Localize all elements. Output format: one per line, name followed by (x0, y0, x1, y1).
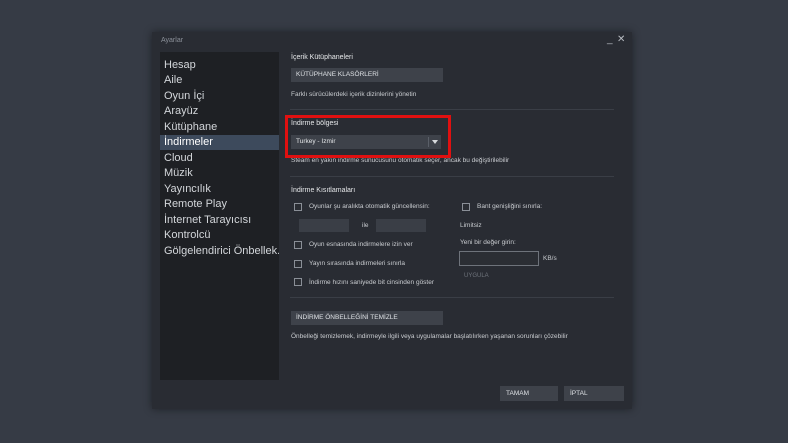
sidebar-item-kutuphane[interactable]: Kütüphane (160, 120, 279, 135)
content-libraries-title: İçerik Kütüphaneleri (291, 54, 353, 61)
ok-button[interactable]: TAMAM (500, 386, 558, 401)
between-label: ile (362, 222, 369, 229)
kbps-unit-label: KB/s (543, 255, 557, 262)
sidebar-item-kontrolcu[interactable]: Kontrolcü (160, 228, 279, 243)
library-folders-button[interactable]: KÜTÜPHANE KLASÖRLERİ (291, 68, 443, 82)
sidebar-item-yayincilik[interactable]: Yayıncılık (160, 182, 279, 197)
update-start-time-input[interactable] (299, 219, 349, 232)
download-restrictions-title: İndirme Kısıtlamaları (291, 187, 356, 194)
bandwidth-input[interactable] (459, 251, 539, 266)
settings-content: İçerik Kütüphaneleri KÜTÜPHANE KLASÖRLER… (279, 52, 624, 380)
sidebar-item-hesap[interactable]: Hesap (160, 58, 279, 73)
bandwidth-limit-label: Bant genişliğini sınırla: (477, 203, 543, 210)
sidebar-item-indirmeler[interactable]: İndirmeler (160, 135, 279, 150)
clear-download-cache-button[interactable]: İNDİRME ÖNBELLEĞİNİ TEMİZLE (291, 311, 443, 325)
content-libraries-desc: Farklı sürücülerdeki içerik dizinlerini … (291, 91, 417, 98)
divider (290, 176, 614, 177)
sidebar-item-cloud[interactable]: Cloud (160, 151, 279, 166)
new-value-label: Yeni bir değer girin: (460, 239, 516, 246)
sidebar-item-remote-play[interactable]: Remote Play (160, 197, 279, 212)
sidebar-item-oyun-ici[interactable]: Oyun İçi (160, 89, 279, 104)
clear-cache-desc: Önbelleği temizlemek, indirmeyle ilgili … (291, 333, 568, 340)
sidebar-item-aile[interactable]: Aile (160, 73, 279, 88)
sidebar-item-internet-tarayicisi[interactable]: İnternet Tarayıcısı (160, 213, 279, 228)
divider (290, 109, 614, 110)
settings-window: Ayarlar _ ✕ Hesap Aile Oyun İçi Arayüz K… (152, 32, 632, 409)
divider (290, 297, 614, 298)
throttle-stream-checkbox[interactable] (294, 260, 302, 268)
allow-ingame-checkbox[interactable] (294, 241, 302, 249)
cancel-button[interactable]: İPTAL (564, 386, 624, 401)
window-title: Ayarlar (161, 37, 184, 44)
allow-ingame-label: Oyun esnasında indirmelere izin ver (309, 241, 413, 248)
show-bits-checkbox[interactable] (294, 278, 302, 286)
bandwidth-value: Limitsiz (460, 222, 482, 229)
sidebar-item-arayuz[interactable]: Arayüz (160, 104, 279, 119)
show-bits-label: İndirme hızını saniyede bit cinsinden gö… (309, 279, 435, 286)
sidebar-item-shader-cache[interactable]: Gölgelendirici Önbellek... (160, 244, 279, 259)
download-region-desc: Steam en yakın indirme sunucusunu otomat… (291, 157, 510, 164)
auto-update-label: Oyunlar şu aralıkta otomatik güncellensi… (309, 203, 430, 210)
throttle-stream-label: Yayın sırasında indirmeleri sınırla (309, 260, 405, 267)
auto-update-checkbox[interactable] (294, 203, 302, 211)
close-icon[interactable]: ✕ (617, 34, 625, 45)
sidebar-item-muzik[interactable]: Müzik (160, 166, 279, 181)
apply-button[interactable]: UYGULA (464, 273, 489, 279)
title-bar[interactable]: Ayarlar _ ✕ (152, 32, 632, 52)
bandwidth-limit-checkbox[interactable] (462, 203, 470, 211)
download-region-highlight (285, 115, 451, 158)
minimize-button[interactable]: _ (607, 34, 613, 45)
update-end-time-input[interactable] (376, 219, 426, 232)
settings-sidebar: Hesap Aile Oyun İçi Arayüz Kütüphane İnd… (160, 52, 279, 380)
